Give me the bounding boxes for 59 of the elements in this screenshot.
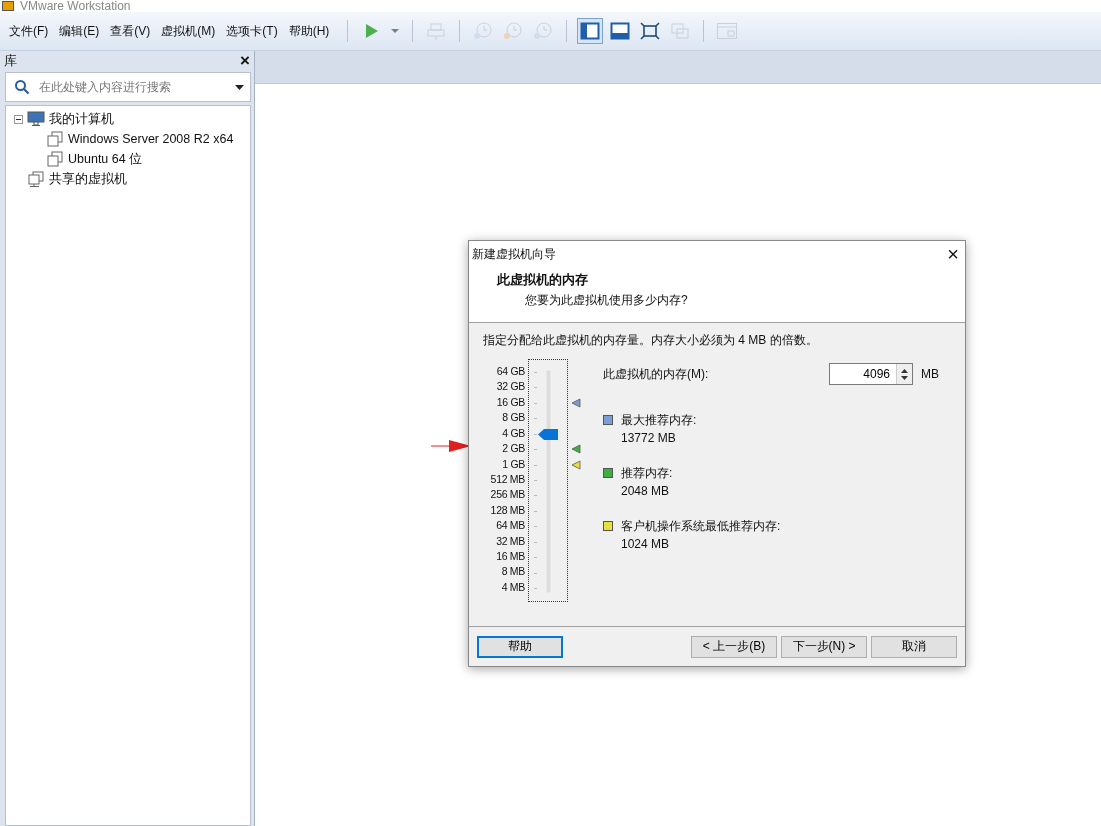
scale-label: 1 GB <box>502 456 525 472</box>
sidebar-view-icon[interactable] <box>577 18 604 44</box>
help-button[interactable]: 帮助 <box>477 635 563 658</box>
back-button[interactable]: < 上一步(B) <box>691 635 777 658</box>
legend-label: 客户机操作系统最低推荐内存: <box>621 518 781 535</box>
scale-label: 32 GB <box>496 379 525 395</box>
library-title: 库 <box>4 52 17 70</box>
scale-label: 16 GB <box>496 394 525 410</box>
search-icon <box>14 79 30 95</box>
menu-item[interactable]: 文件(F) <box>8 22 57 40</box>
scale-label: 128 MB <box>490 502 525 518</box>
spin-up-icon[interactable] <box>900 367 909 373</box>
legend-label: 推荐内存: <box>621 465 673 482</box>
close-button[interactable]: × <box>947 242 959 266</box>
scale-label: 64 GB <box>496 364 525 379</box>
search-field[interactable]: 在此处键入内容进行搜索 <box>5 72 251 102</box>
app-icon <box>2 1 14 11</box>
tree-item[interactable]: 共享的虚拟机 <box>49 170 127 188</box>
dialog-title: 新建虚拟机向导 <box>472 245 556 263</box>
menu-item[interactable]: 编辑(E) <box>58 22 108 40</box>
scale-label: 2 GB <box>502 441 525 457</box>
menu-item[interactable]: 虚拟机(M) <box>160 22 224 40</box>
close-button[interactable]: × <box>240 51 250 71</box>
tree-item[interactable]: Ubuntu 64 位 <box>68 150 143 168</box>
tree-item[interactable]: Windows Server 2008 R2 x64 <box>68 132 234 146</box>
page-heading: 此虚拟机的内存 <box>497 272 589 289</box>
next-button[interactable]: 下一步(N) > <box>781 635 867 658</box>
scale-label: 256 MB <box>490 487 525 503</box>
scale-label: 8 MB <box>501 564 525 580</box>
instruction-text: 指定分配给此虚拟机的内存量。内存大小必须为 4 MB 的倍数。 <box>483 332 819 349</box>
caret-icon[interactable] <box>235 85 244 90</box>
scale-label: 8 GB <box>502 410 525 426</box>
scale-label: 32 MB <box>496 533 525 549</box>
shared-vm-icon <box>27 171 45 187</box>
legend-value: 1024 MB <box>621 537 671 551</box>
unit-label: MB <box>921 367 939 381</box>
vm-icon <box>46 131 64 147</box>
vm-icon <box>46 151 64 167</box>
slider-thumb[interactable] <box>538 428 558 440</box>
scale-label: 4 GB <box>502 425 525 441</box>
menu-item[interactable]: 查看(V) <box>109 22 159 40</box>
menu-item[interactable]: 帮助(H) <box>287 22 338 40</box>
legend-value: 2048 MB <box>621 484 671 498</box>
spin-down-icon[interactable] <box>900 375 909 381</box>
collapse-toggle[interactable] <box>14 114 23 124</box>
scale-label: 16 MB <box>496 549 525 565</box>
annotation-arrow <box>431 440 471 452</box>
scale-label: 4 MB <box>501 579 525 595</box>
legend-label: 最大推荐内存: <box>621 412 697 429</box>
menu-item[interactable]: 选项卡(T) <box>225 22 286 40</box>
cancel-button[interactable]: 取消 <box>871 635 957 658</box>
memory-label: 此虚拟机的内存(M): <box>603 365 710 383</box>
page-subheading: 您要为此虚拟机使用多少内存? <box>524 292 689 309</box>
window-title: VMware Workstation <box>20 0 131 12</box>
scale-label: 512 MB <box>490 471 525 487</box>
tree-item[interactable]: 我的计算机 <box>49 110 114 128</box>
monitor-icon <box>27 111 45 127</box>
scale-label: 64 MB <box>496 518 525 534</box>
legend-value: 13772 MB <box>621 431 677 445</box>
